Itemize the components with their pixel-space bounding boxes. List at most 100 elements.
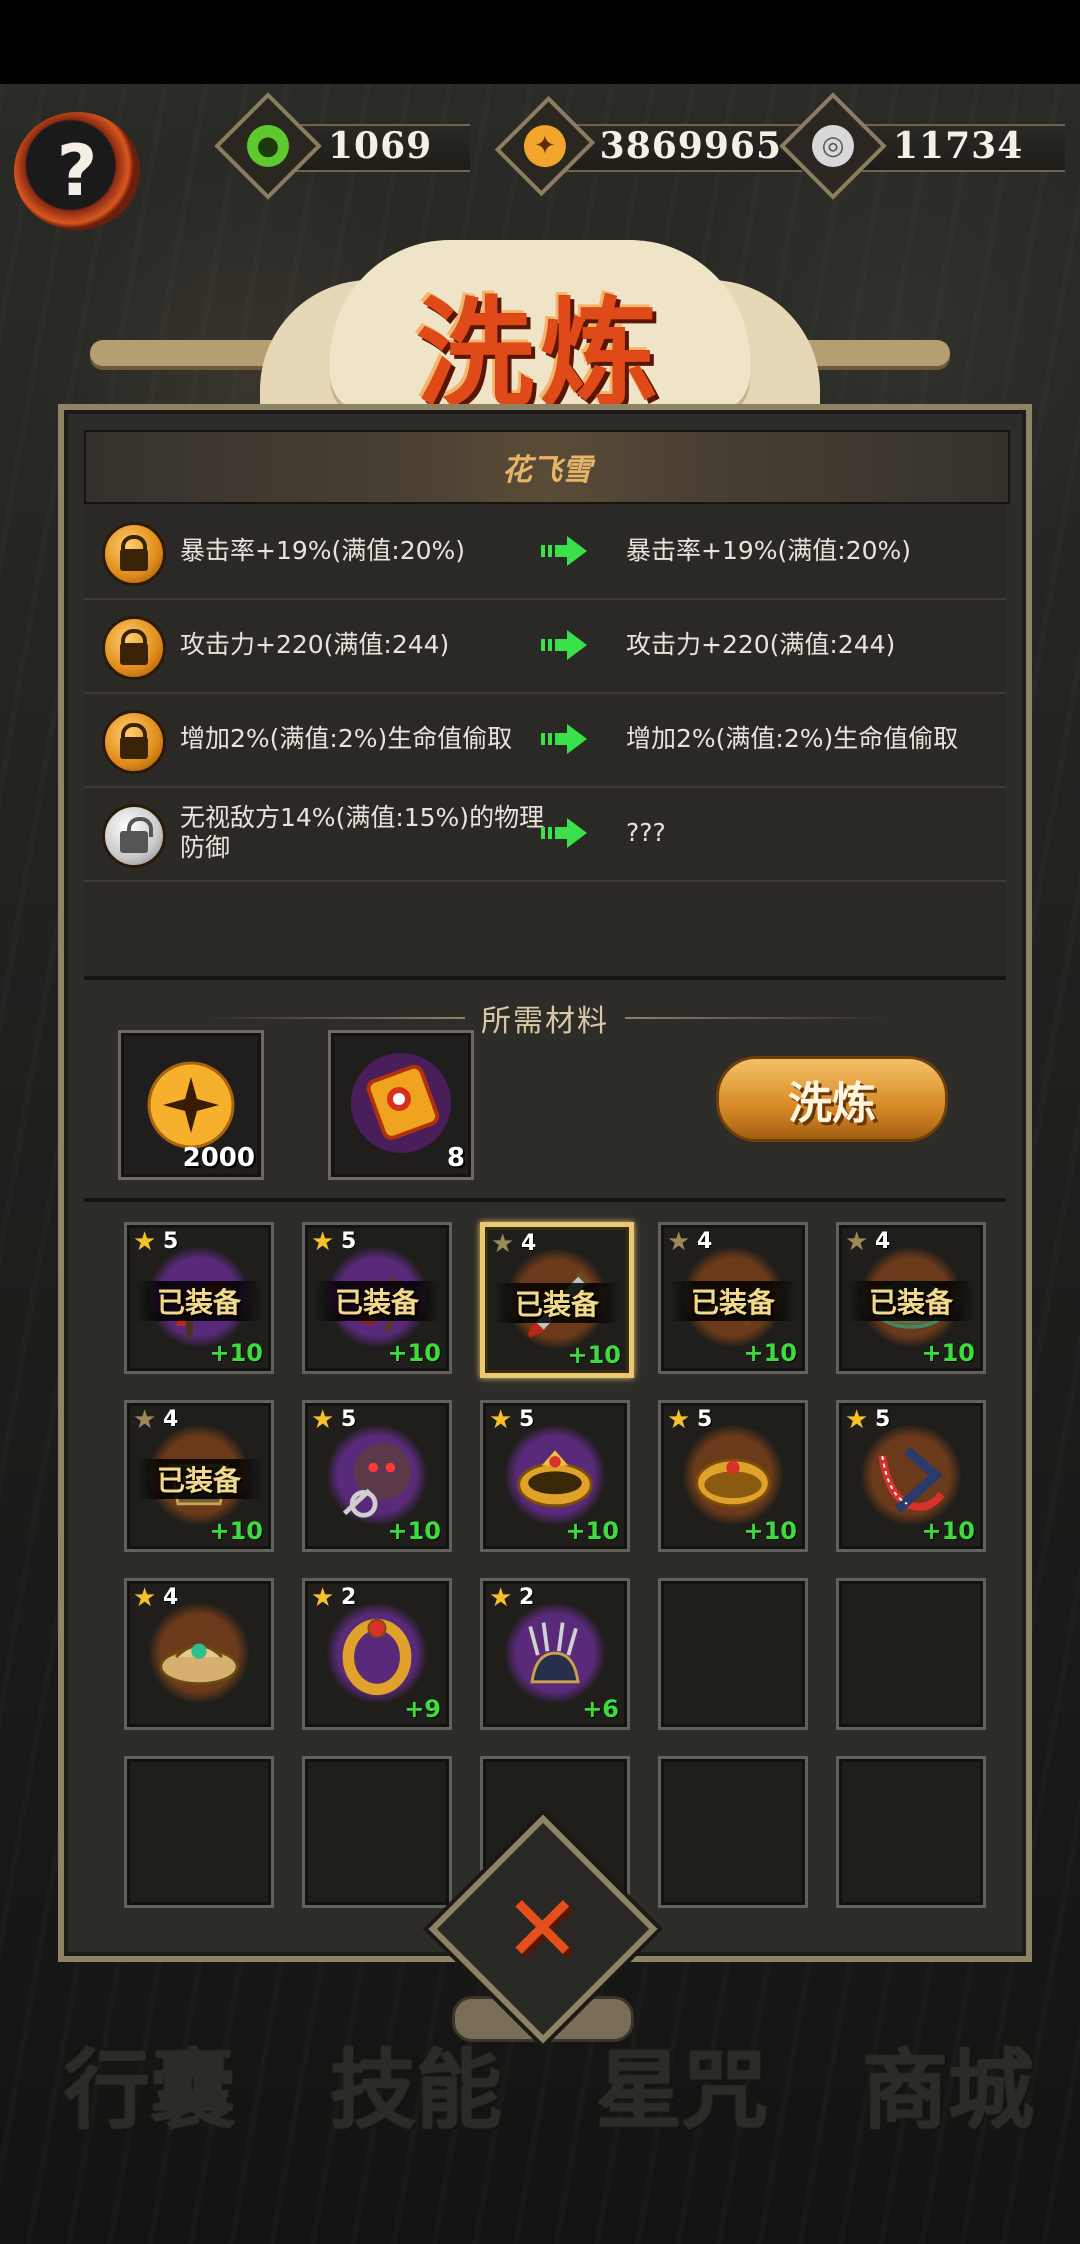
enhance-level: +10 xyxy=(743,1517,797,1545)
lock-icon[interactable] xyxy=(102,710,166,774)
star-count: 4 xyxy=(163,1407,179,1432)
attribute-list: 暴击率+19%(满值:20%) 暴击率+19%(满值:20%) 攻击力+220(… xyxy=(84,504,1006,978)
arrow-right-icon xyxy=(541,630,587,660)
empty-slot xyxy=(658,1756,808,1908)
jade-drop-icon: ● xyxy=(247,125,289,167)
star-count: 4 xyxy=(697,1229,713,1254)
star-count: 5 xyxy=(341,1407,357,1432)
attribute-current: 增加2%(满值:2%)生命值偷取 xyxy=(180,724,513,753)
equipment-slot[interactable]: ★ 5 +10 已装备 xyxy=(124,1222,274,1374)
star-icon: ★ xyxy=(667,1405,691,1435)
equipment-slot[interactable]: ★ 4 +10 已装备 xyxy=(836,1222,986,1374)
equipped-badge: 已装备 xyxy=(313,1281,441,1321)
gold-coin-icon xyxy=(147,1061,235,1149)
refine-button[interactable]: 洗炼 xyxy=(716,1056,948,1142)
help-button[interactable]: ? xyxy=(14,112,140,230)
equipment-slot[interactable]: ★ 4 +10 已装备 xyxy=(480,1222,634,1378)
star-count: 5 xyxy=(163,1229,179,1254)
attribute-result: 增加2%(满值:2%)生命值偷取 xyxy=(626,724,959,753)
attribute-row: 攻击力+220(满值:244) 攻击力+220(满值:244) xyxy=(84,598,1006,694)
lock-icon[interactable] xyxy=(102,522,166,586)
gold-coin-icon: ✦ xyxy=(523,125,566,167)
attribute-result: ??? xyxy=(626,818,666,847)
attribute-row: 增加2%(满值:2%)生命值偷取 增加2%(满值:2%)生命值偷取 xyxy=(84,692,1006,788)
enhance-level: +10 xyxy=(565,1517,619,1545)
star-count: 5 xyxy=(875,1407,891,1432)
equipment-slot[interactable]: ★ 4 +10 已装备 xyxy=(658,1222,808,1374)
arrow-right-icon xyxy=(541,818,587,848)
scroll-icon xyxy=(351,1053,451,1153)
enhance-level: +10 xyxy=(743,1339,797,1367)
lock-icon[interactable] xyxy=(102,616,166,680)
equipment-slot[interactable]: ★ 5 +10 xyxy=(302,1400,452,1552)
resource-jade: ● 1069 xyxy=(214,92,470,200)
gold-crown-ring-icon xyxy=(517,1450,593,1508)
equipment-slot[interactable]: ★ 5 +10 xyxy=(658,1400,808,1552)
item-name: 花飞雪 xyxy=(502,453,592,488)
equipped-badge: 已装备 xyxy=(135,1459,263,1499)
attribute-result: 攻击力+220(满值:244) xyxy=(626,630,896,659)
arrow-right-icon xyxy=(541,724,587,754)
attribute-row: 暴击率+19%(满值:20%) 暴击率+19%(满值:20%) xyxy=(84,504,1006,600)
star-count: 5 xyxy=(519,1407,535,1432)
equipment-slot[interactable]: ★ 2 +6 xyxy=(480,1578,630,1730)
star-icon: ★ xyxy=(311,1405,335,1435)
star-count: 2 xyxy=(519,1585,535,1610)
star-count: 4 xyxy=(163,1585,179,1610)
star-count: 4 xyxy=(521,1231,537,1256)
empty-slot xyxy=(836,1578,986,1730)
enhance-level: +10 xyxy=(387,1517,441,1545)
enhance-level: +10 xyxy=(387,1339,441,1367)
star-icon: ★ xyxy=(489,1583,513,1613)
star-icon: ★ xyxy=(489,1405,513,1435)
equipment-slot[interactable]: ★ 4 xyxy=(124,1578,274,1730)
material-count: 8 xyxy=(446,1143,465,1173)
star-count: 5 xyxy=(341,1229,357,1254)
equipment-slot[interactable]: ★ 5 +10 xyxy=(836,1400,986,1552)
emerald-crown-icon xyxy=(159,1643,239,1686)
star-count: 2 xyxy=(341,1585,357,1610)
equipment-slot[interactable]: ★ 2 +9 xyxy=(302,1578,452,1730)
attribute-current: 暴击率+19%(满值:20%) xyxy=(180,536,466,565)
star-icon: ★ xyxy=(311,1227,335,1257)
equipment-slot[interactable]: ★ 4 +10 已装备 xyxy=(124,1400,274,1552)
equipment-slot[interactable]: ★ 5 +10 xyxy=(480,1400,630,1552)
star-icon: ★ xyxy=(133,1405,157,1435)
star-icon: ★ xyxy=(311,1583,335,1613)
gold-ring-icon xyxy=(342,1618,412,1696)
ruby-ring-icon xyxy=(695,1458,771,1508)
equipment-grid: ★ 5 +10 已装备 ★ 5 +10 已装备 ★ 4 +10 已装备 ★ 4 +10 已装备 ★ 4 +10 已装备… xyxy=(84,1202,1006,1922)
empty-slot xyxy=(302,1756,452,1908)
material-slot-scroll[interactable]: 8 xyxy=(328,1030,474,1180)
arrow-right-icon xyxy=(541,536,587,566)
nav-shop[interactable]: 商城 xyxy=(848,2020,1048,2145)
star-count: 5 xyxy=(697,1407,713,1432)
close-icon: ✕ xyxy=(504,1875,582,1983)
silver-coin-icon: ◎ xyxy=(812,125,854,167)
attribute-row: 无视敌方14%(满值:15%)的物理防御 ??? xyxy=(84,786,1006,882)
enhance-level: +10 xyxy=(209,1517,263,1545)
status-bar xyxy=(0,0,1080,84)
star-icon: ★ xyxy=(667,1227,691,1257)
enhance-level: +9 xyxy=(404,1695,441,1723)
materials-title: 所需材料 xyxy=(481,1004,609,1039)
equipped-badge: 已装备 xyxy=(135,1281,263,1321)
red-rope-icon xyxy=(878,1446,945,1514)
star-icon: ★ xyxy=(845,1227,869,1257)
question-icon: ? xyxy=(56,130,98,212)
demon-mace-icon xyxy=(342,1442,412,1518)
item-name-bar: 花飞雪 xyxy=(84,430,1010,504)
nav-bag[interactable]: 行囊 xyxy=(50,2020,250,2145)
unlock-icon[interactable] xyxy=(102,804,166,868)
enhance-level: +10 xyxy=(921,1339,975,1367)
star-count: 4 xyxy=(875,1229,891,1254)
equipped-badge: 已装备 xyxy=(669,1281,797,1321)
empty-slot xyxy=(658,1578,808,1730)
attribute-current: 攻击力+220(满值:244) xyxy=(180,630,450,659)
enhance-level: +10 xyxy=(209,1339,263,1367)
equipment-slot[interactable]: ★ 5 +10 已装备 xyxy=(302,1222,452,1374)
silver-amount: 11734 xyxy=(893,125,1024,167)
material-slot-gold[interactable]: 2000 xyxy=(118,1030,264,1180)
star-icon: ★ xyxy=(133,1583,157,1613)
enhance-level: +10 xyxy=(921,1517,975,1545)
